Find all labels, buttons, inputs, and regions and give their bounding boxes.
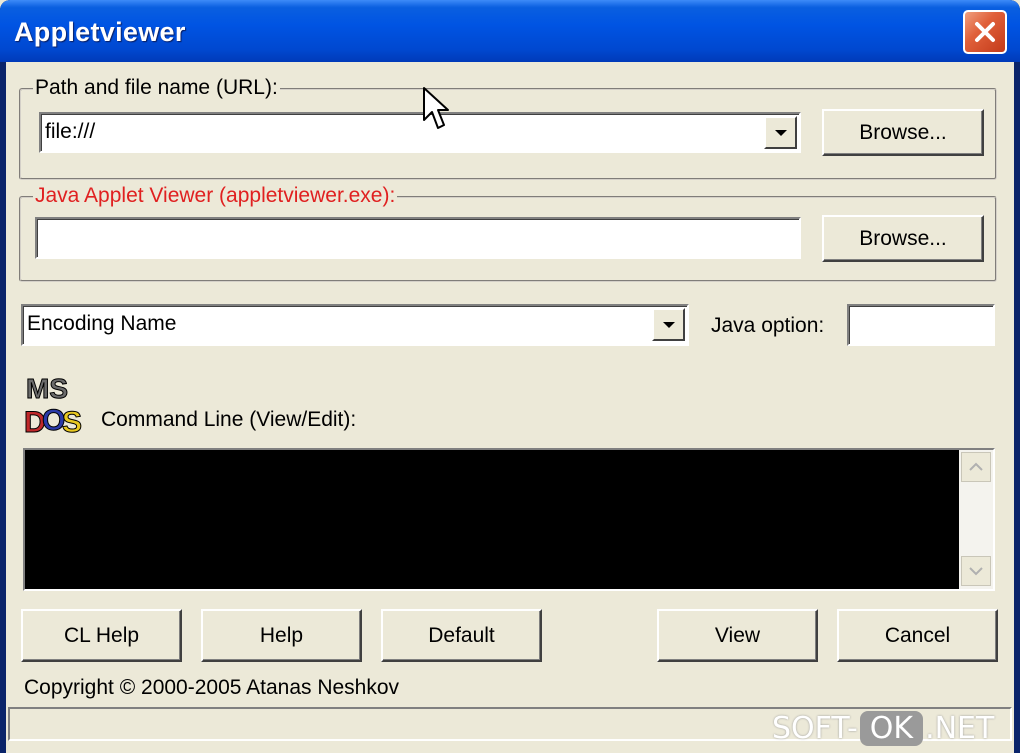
- cl-help-label: CL Help: [63, 623, 140, 647]
- encoding-dropdown-button[interactable]: [652, 308, 685, 341]
- encoding-selected-value: Encoding Name: [27, 312, 177, 335]
- view-label: View: [714, 623, 761, 647]
- cl-help-button[interactable]: CL Help: [21, 609, 182, 662]
- default-button[interactable]: Default: [381, 609, 542, 662]
- viewer-path-input[interactable]: [35, 217, 801, 259]
- svg-text:S: S: [62, 406, 82, 438]
- scroll-down-button[interactable]: [961, 556, 991, 586]
- view-button[interactable]: View: [657, 609, 818, 662]
- help-button[interactable]: Help: [201, 609, 362, 662]
- url-input[interactable]: file:///: [45, 120, 95, 144]
- command-line-label: Command Line (View/Edit):: [101, 408, 357, 431]
- cancel-label: Cancel: [884, 623, 951, 647]
- command-line-scrollbar[interactable]: [959, 450, 993, 589]
- encoding-select[interactable]: Encoding Name: [21, 304, 689, 346]
- watermark-ok: OK: [859, 710, 924, 746]
- close-button[interactable]: [963, 10, 1007, 54]
- chevron-down-icon: [774, 129, 787, 136]
- appletviewer-window: Appletviewer Path and file name (URL): f…: [0, 0, 1020, 753]
- watermark-right: .NET: [925, 710, 995, 746]
- help-label: Help: [259, 623, 304, 647]
- chevron-up-icon: [969, 462, 983, 471]
- dialog-body: Path and file name (URL): file:/// Brows…: [6, 62, 1014, 753]
- browse-url-label: Browse...: [859, 120, 947, 144]
- copyright-text: Copyright © 2000-2005 Atanas Neshkov: [24, 676, 400, 699]
- svg-text:MS: MS: [26, 373, 68, 404]
- title-bar[interactable]: Appletviewer: [0, 0, 1020, 62]
- browse-viewer-label: Browse...: [859, 226, 947, 250]
- default-label: Default: [428, 623, 495, 647]
- close-icon: [975, 22, 995, 42]
- mouse-cursor-icon: [423, 87, 449, 129]
- chevron-down-icon: [662, 321, 675, 328]
- watermark: SOFT- OK .NET: [772, 706, 994, 750]
- viewer-group-legend: Java Applet Viewer (appletviewer.exe):: [33, 184, 398, 208]
- scroll-up-button[interactable]: [961, 452, 991, 482]
- java-option-input[interactable]: [847, 304, 995, 346]
- url-combobox[interactable]: file:///: [39, 112, 801, 153]
- url-dropdown-button[interactable]: [764, 116, 797, 149]
- window-title: Appletviewer: [14, 17, 186, 47]
- watermark-left: SOFT-: [772, 710, 858, 746]
- path-group-legend: Path and file name (URL):: [33, 76, 280, 100]
- ms-dos-icon: MS D O S: [24, 373, 83, 439]
- browse-viewer-button[interactable]: Browse...: [822, 215, 984, 262]
- java-option-label: Java option:: [711, 314, 825, 337]
- browse-url-button[interactable]: Browse...: [822, 109, 984, 156]
- chevron-down-icon: [969, 567, 983, 576]
- cancel-button[interactable]: Cancel: [837, 609, 998, 662]
- command-line-textarea[interactable]: [23, 448, 995, 591]
